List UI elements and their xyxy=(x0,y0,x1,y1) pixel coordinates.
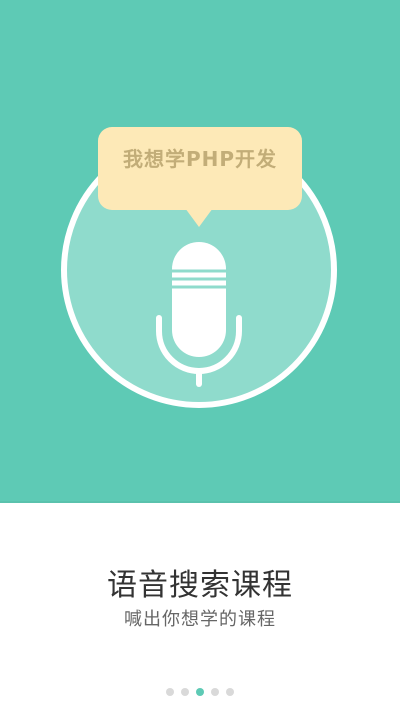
page-indicator[interactable] xyxy=(0,686,400,698)
hero-panel: 我想学PHP开发 xyxy=(0,0,400,503)
page-title: 语音搜索课程 xyxy=(107,568,293,603)
page-dot-1[interactable] xyxy=(166,688,174,696)
bubble-text: 我想学PHP开发 xyxy=(122,147,278,171)
page-dot-4[interactable] xyxy=(211,688,219,696)
illustration xyxy=(61,127,337,408)
page-dot-2[interactable] xyxy=(181,688,189,696)
footer-panel: 语音搜索课程 喊出你想学的课程 xyxy=(0,503,400,711)
page-subtitle: 喊出你想学的课程 xyxy=(124,609,276,630)
page-dot-5[interactable] xyxy=(226,688,234,696)
page-dot-3-active[interactable] xyxy=(196,688,204,696)
